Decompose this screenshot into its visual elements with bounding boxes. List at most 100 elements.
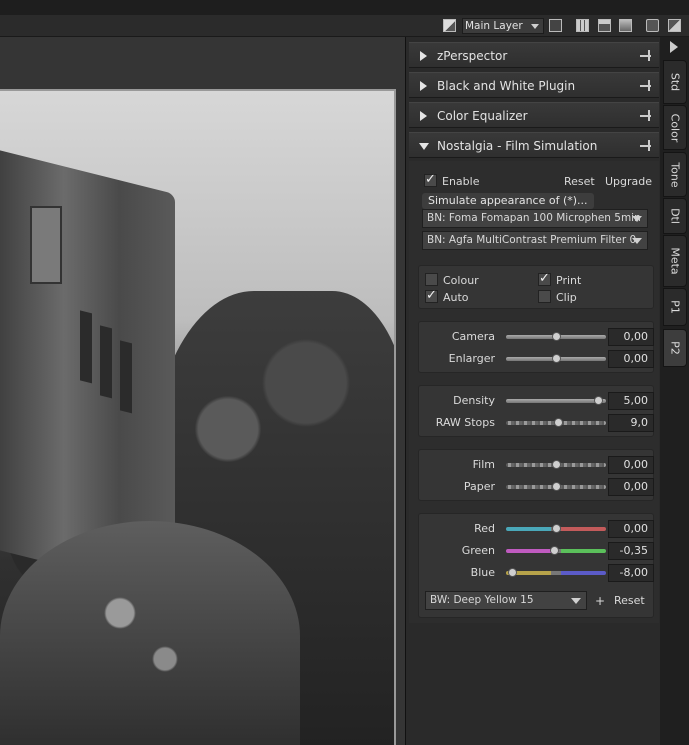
pin-icon[interactable] [640,140,651,151]
document-icon[interactable] [443,19,456,32]
raw-stops-slider[interactable] [506,418,606,427]
paper-slider[interactable] [506,482,606,491]
auto-checkbox[interactable] [425,288,438,303]
plugin-panel: zPerspector Black and White Plugin Color… [405,37,660,745]
reset-button[interactable]: Reset [564,175,595,188]
tab-label: P2 [668,341,682,355]
film-label: Film [472,458,495,471]
filter-preset-value: BW: Deep Yellow 15 [430,594,534,606]
density-group: Density 5,00 RAW Stops 9,0 [418,385,654,437]
pin-icon[interactable] [640,50,651,61]
side-tab-strip: Std Color Tone Dtl Meta P1 P2 [660,37,689,745]
enable-checkbox[interactable] [424,172,437,187]
section-nostalgia[interactable]: Nostalgia - Film Simulation [409,132,659,158]
tab-meta[interactable]: Meta [663,235,687,287]
upgrade-button[interactable]: Upgrade [605,175,652,188]
section-zperspector[interactable]: zPerspector [409,42,659,68]
tab-dtl[interactable]: Dtl [663,198,687,234]
print-label: Print [556,274,582,287]
green-slider[interactable] [506,546,606,555]
film-select[interactable]: BN: Foma Fomapan 100 Microphen 5min [422,209,648,228]
enlarger-value[interactable]: 0,00 [608,350,654,368]
image-icon[interactable] [619,19,632,32]
pin-icon[interactable] [640,80,651,91]
tab-p2[interactable]: P2 [663,329,687,367]
density-slider[interactable] [506,396,606,405]
expand-triangle-icon [420,51,427,61]
navigator-icon[interactable] [668,19,681,32]
grid-icon[interactable] [576,19,589,32]
section-title: Nostalgia - Film Simulation [437,139,598,153]
train-window [80,310,92,384]
train-lamp-shape [30,206,62,284]
clip-checkbox[interactable] [538,290,551,303]
slider-knob[interactable] [593,396,603,405]
tab-std[interactable]: Std [663,60,687,104]
image-canvas[interactable] [0,37,405,745]
slider-knob[interactable] [551,460,561,469]
raw-stops-label: RAW Stops [435,416,495,429]
paper-label: Paper [463,480,495,493]
add-preset-button[interactable]: + [595,594,605,608]
density-label: Density [453,394,495,407]
grain-group: Film 0,00 Paper 0,00 [418,449,654,501]
slider-knob[interactable] [551,482,561,491]
bushes-shape [0,521,300,745]
film-slider[interactable] [506,460,606,469]
film-value[interactable]: 0,00 [608,456,654,474]
camera-value[interactable]: 0,00 [608,328,654,346]
green-value[interactable]: -0,35 [608,542,654,560]
auto-label: Auto [443,291,469,304]
layer-select-value: Main Layer [465,20,523,32]
photo-preview[interactable] [0,89,396,745]
slider-knob[interactable] [551,332,561,341]
title-strip [0,0,689,15]
slider-knob[interactable] [553,418,563,427]
filter-reset-button[interactable]: Reset [614,594,645,607]
slider-knob[interactable] [551,354,561,363]
red-label: Red [474,522,495,535]
red-value[interactable]: 0,00 [608,520,654,538]
section-black-and-white[interactable]: Black and White Plugin [409,72,659,98]
window-icon[interactable] [598,19,611,32]
print-checkbox[interactable] [538,271,551,286]
top-toolbar: Main Layer [0,15,689,37]
blue-value[interactable]: -8,00 [608,564,654,582]
section-color-equalizer[interactable]: Color Equalizer [409,102,659,128]
section-title: zPerspector [437,49,508,63]
enlarger-slider[interactable] [506,354,606,363]
slider-knob[interactable] [549,546,559,555]
camera-slider[interactable] [506,332,606,341]
tab-color[interactable]: Color [663,105,687,150]
magnifier-icon[interactable] [646,19,659,32]
tooltip: Simulate appearance of (*)... [422,193,594,209]
slider-knob[interactable] [551,524,561,533]
red-slider[interactable] [506,524,606,533]
filter-preset-select[interactable]: BW: Deep Yellow 15 [425,591,587,610]
expand-triangle-icon [420,81,427,91]
blue-slider[interactable] [506,568,606,577]
paper-value[interactable]: 0,00 [608,478,654,496]
tab-tone[interactable]: Tone [663,152,687,197]
chevron-down-icon [632,216,642,222]
pin-icon[interactable] [640,110,651,121]
slider-knob[interactable] [507,568,517,577]
color-filter-group: Red 0,00 Green -0,35 Blue -8,00 BW: Deep… [418,513,654,618]
tab-label: Tone [668,161,682,188]
density-value[interactable]: 5,00 [608,392,654,410]
paper-select[interactable]: BN: Agfa MultiContrast Premium Filter 0 [422,231,648,250]
section-title: Black and White Plugin [437,79,576,93]
colour-checkbox[interactable] [425,273,438,286]
chevron-down-icon [632,238,642,244]
raw-stops-value[interactable]: 9,0 [608,414,654,432]
tab-p1[interactable]: P1 [663,288,687,326]
chevron-down-icon [531,24,539,29]
enable-label: Enable [442,175,480,188]
film-select-value: BN: Foma Fomapan 100 Microphen 5min [427,212,641,224]
clip-label: Clip [556,291,577,304]
play-arrow-icon[interactable] [670,41,678,53]
layer-select[interactable]: Main Layer [462,18,544,34]
tab-label: P1 [668,300,682,314]
enlarger-label: Enlarger [448,352,495,365]
monitor-icon[interactable] [549,19,562,32]
